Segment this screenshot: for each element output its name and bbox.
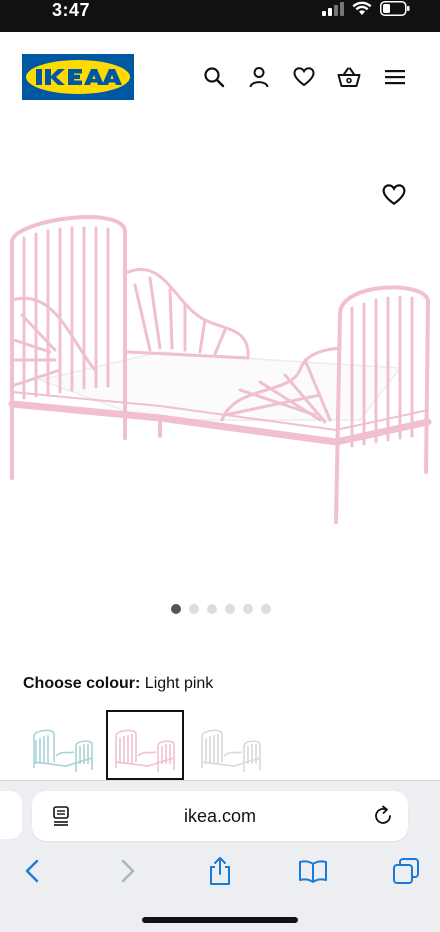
search-icon[interactable] — [202, 65, 226, 89]
address-bar[interactable]: ikea.com — [32, 791, 408, 841]
forward-button[interactable] — [112, 855, 144, 887]
status-bar: 3:47 — [0, 0, 440, 32]
back-button[interactable] — [16, 855, 48, 887]
heart-icon — [382, 184, 406, 206]
add-to-favourites-button[interactable] — [382, 184, 408, 210]
swatch-light-turquoise[interactable] — [26, 710, 104, 780]
swatch-light-pink[interactable] — [106, 710, 184, 780]
colour-swatches — [0, 710, 440, 780]
reload-icon[interactable] — [372, 805, 394, 827]
home-indicator — [142, 917, 298, 923]
pager-dot[interactable] — [225, 604, 235, 614]
status-time: 3:47 — [52, 0, 91, 20]
product-image[interactable] — [0, 210, 440, 540]
wifi-icon — [352, 1, 372, 15]
pager-dot[interactable] — [189, 604, 199, 614]
pager-dot[interactable] — [171, 604, 181, 614]
forward-icon — [121, 859, 135, 883]
back-icon — [25, 859, 39, 883]
pager-dot[interactable] — [207, 604, 217, 614]
share-button[interactable] — [204, 855, 236, 887]
signal-icon — [322, 1, 344, 16]
status-icons — [322, 1, 410, 16]
tabs-button[interactable] — [390, 855, 422, 887]
pager-dot[interactable] — [243, 604, 253, 614]
account-icon[interactable] — [247, 65, 271, 89]
swatch-white[interactable] — [194, 710, 272, 780]
screen: 3:47 Choose colour: Light pink ikea.com — [0, 0, 440, 932]
bookmarks-icon — [299, 860, 327, 883]
tabs-icon — [393, 858, 419, 884]
colour-selector-label: Choose colour: Light pink — [23, 675, 213, 693]
image-pager[interactable] — [0, 604, 440, 614]
bookmarks-button[interactable] — [297, 855, 329, 887]
selected-colour-value: Light pink — [144, 675, 214, 692]
pager-dot[interactable] — [261, 604, 271, 614]
choose-colour-label: Choose colour: — [23, 675, 141, 692]
share-icon — [210, 857, 230, 885]
url-text: ikea.com — [183, 805, 257, 826]
site-header — [0, 32, 440, 120]
battery-icon — [380, 1, 410, 16]
menu-icon[interactable] — [383, 65, 407, 89]
basket-icon[interactable] — [337, 65, 361, 89]
heart-icon[interactable] — [292, 65, 316, 89]
previous-tab-preview[interactable] — [0, 791, 22, 839]
ikea-logo[interactable] — [22, 54, 134, 100]
browser-toolbar: ikea.com — [0, 780, 440, 932]
